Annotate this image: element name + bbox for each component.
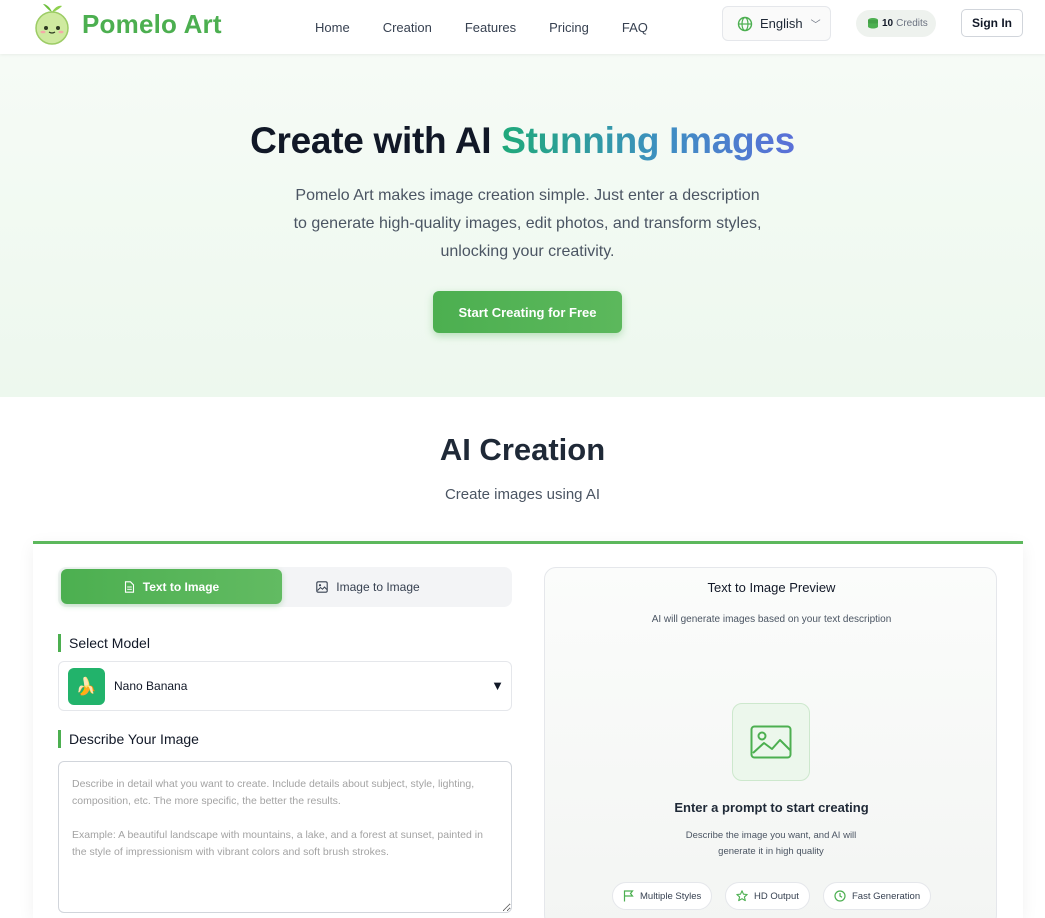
model-select[interactable]: 🍌 Nano Banana ▼ — [58, 661, 512, 711]
language-selector[interactable]: English ﹀ — [722, 6, 831, 41]
main-nav: Home Creation Features Pricing FAQ — [315, 0, 681, 54]
select-model-label: Select Model — [58, 634, 150, 652]
feature-chip-fast-generation: Fast Generation — [823, 882, 932, 910]
image-icon — [316, 580, 329, 593]
feature-label: HD Output — [754, 890, 799, 902]
feature-chip-hd-output: HD Output — [725, 882, 810, 910]
language-label: English — [760, 16, 803, 31]
flag-icon — [623, 890, 634, 902]
nav-features[interactable]: Features — [465, 20, 516, 35]
chevron-down-icon: ﹀ — [810, 20, 821, 31]
globe-icon — [737, 16, 753, 31]
pomelo-logo-icon — [32, 2, 72, 46]
brand-name: Pomelo Art — [82, 8, 222, 39]
feature-label: Fast Generation — [852, 890, 921, 902]
section-title: AI Creation — [439, 432, 606, 467]
banana-icon: 🍌 — [68, 668, 105, 705]
feature-chip-multiple-styles: Multiple Styles — [612, 882, 713, 910]
start-creating-button[interactable]: Start Creating for Free — [433, 291, 622, 333]
coins-icon — [868, 18, 878, 29]
hero-title: Create with AI Stunning Images — [0, 120, 1045, 162]
clock-icon — [834, 890, 846, 902]
preview-title: Text to Image Preview — [707, 580, 836, 595]
tab-text-to-image[interactable]: Text to Image — [61, 569, 282, 604]
credits-badge: 10 Credits — [856, 10, 936, 37]
tab-label: Image to Image — [336, 579, 420, 594]
picture-placeholder-icon — [732, 703, 810, 781]
hero-title-gradient: Stunning Images — [501, 120, 795, 161]
sign-in-button[interactable]: Sign In — [961, 9, 1023, 37]
tab-image-to-image[interactable]: Image to Image — [298, 569, 438, 604]
hero-title-plain: Create with AI — [250, 120, 492, 161]
mode-tabs: Text to Image Image to Image — [58, 567, 512, 607]
star-icon — [736, 890, 748, 902]
nav-faq[interactable]: FAQ — [622, 20, 648, 35]
nav-creation[interactable]: Creation — [383, 20, 432, 35]
site-header: Pomelo Art Home Creation Features Pricin… — [0, 0, 1045, 54]
hero-description: Pomelo Art makes image creation simple. … — [293, 187, 762, 260]
preview-heading: Enter a prompt to start creating — [674, 800, 869, 815]
prompt-input[interactable] — [58, 761, 512, 913]
feature-label: Multiple Styles — [640, 890, 702, 902]
nav-home[interactable]: Home — [315, 20, 350, 35]
model-name: Nano Banana — [114, 679, 188, 693]
nav-pricing[interactable]: Pricing — [549, 20, 589, 35]
document-icon — [124, 580, 134, 593]
dropdown-caret-icon: ▼ — [491, 678, 504, 693]
describe-image-label: Describe Your Image — [58, 730, 199, 748]
credits-count: 10 — [882, 18, 894, 29]
preview-subtitle: AI will generate images based on your te… — [651, 614, 892, 625]
hero-section: Create with AI Stunning Images Pomelo Ar… — [0, 54, 1045, 397]
tab-label: Text to Image — [142, 579, 220, 594]
preview-description: Describe the image you want, and AI will… — [685, 830, 857, 857]
section-subtitle: Create images using AI — [444, 486, 601, 503]
credits-unit: Credits — [896, 18, 928, 29]
brand-logo[interactable]: Pomelo Art — [32, 2, 222, 46]
preview-panel: Text to Image Preview AI will generate i… — [544, 567, 997, 918]
